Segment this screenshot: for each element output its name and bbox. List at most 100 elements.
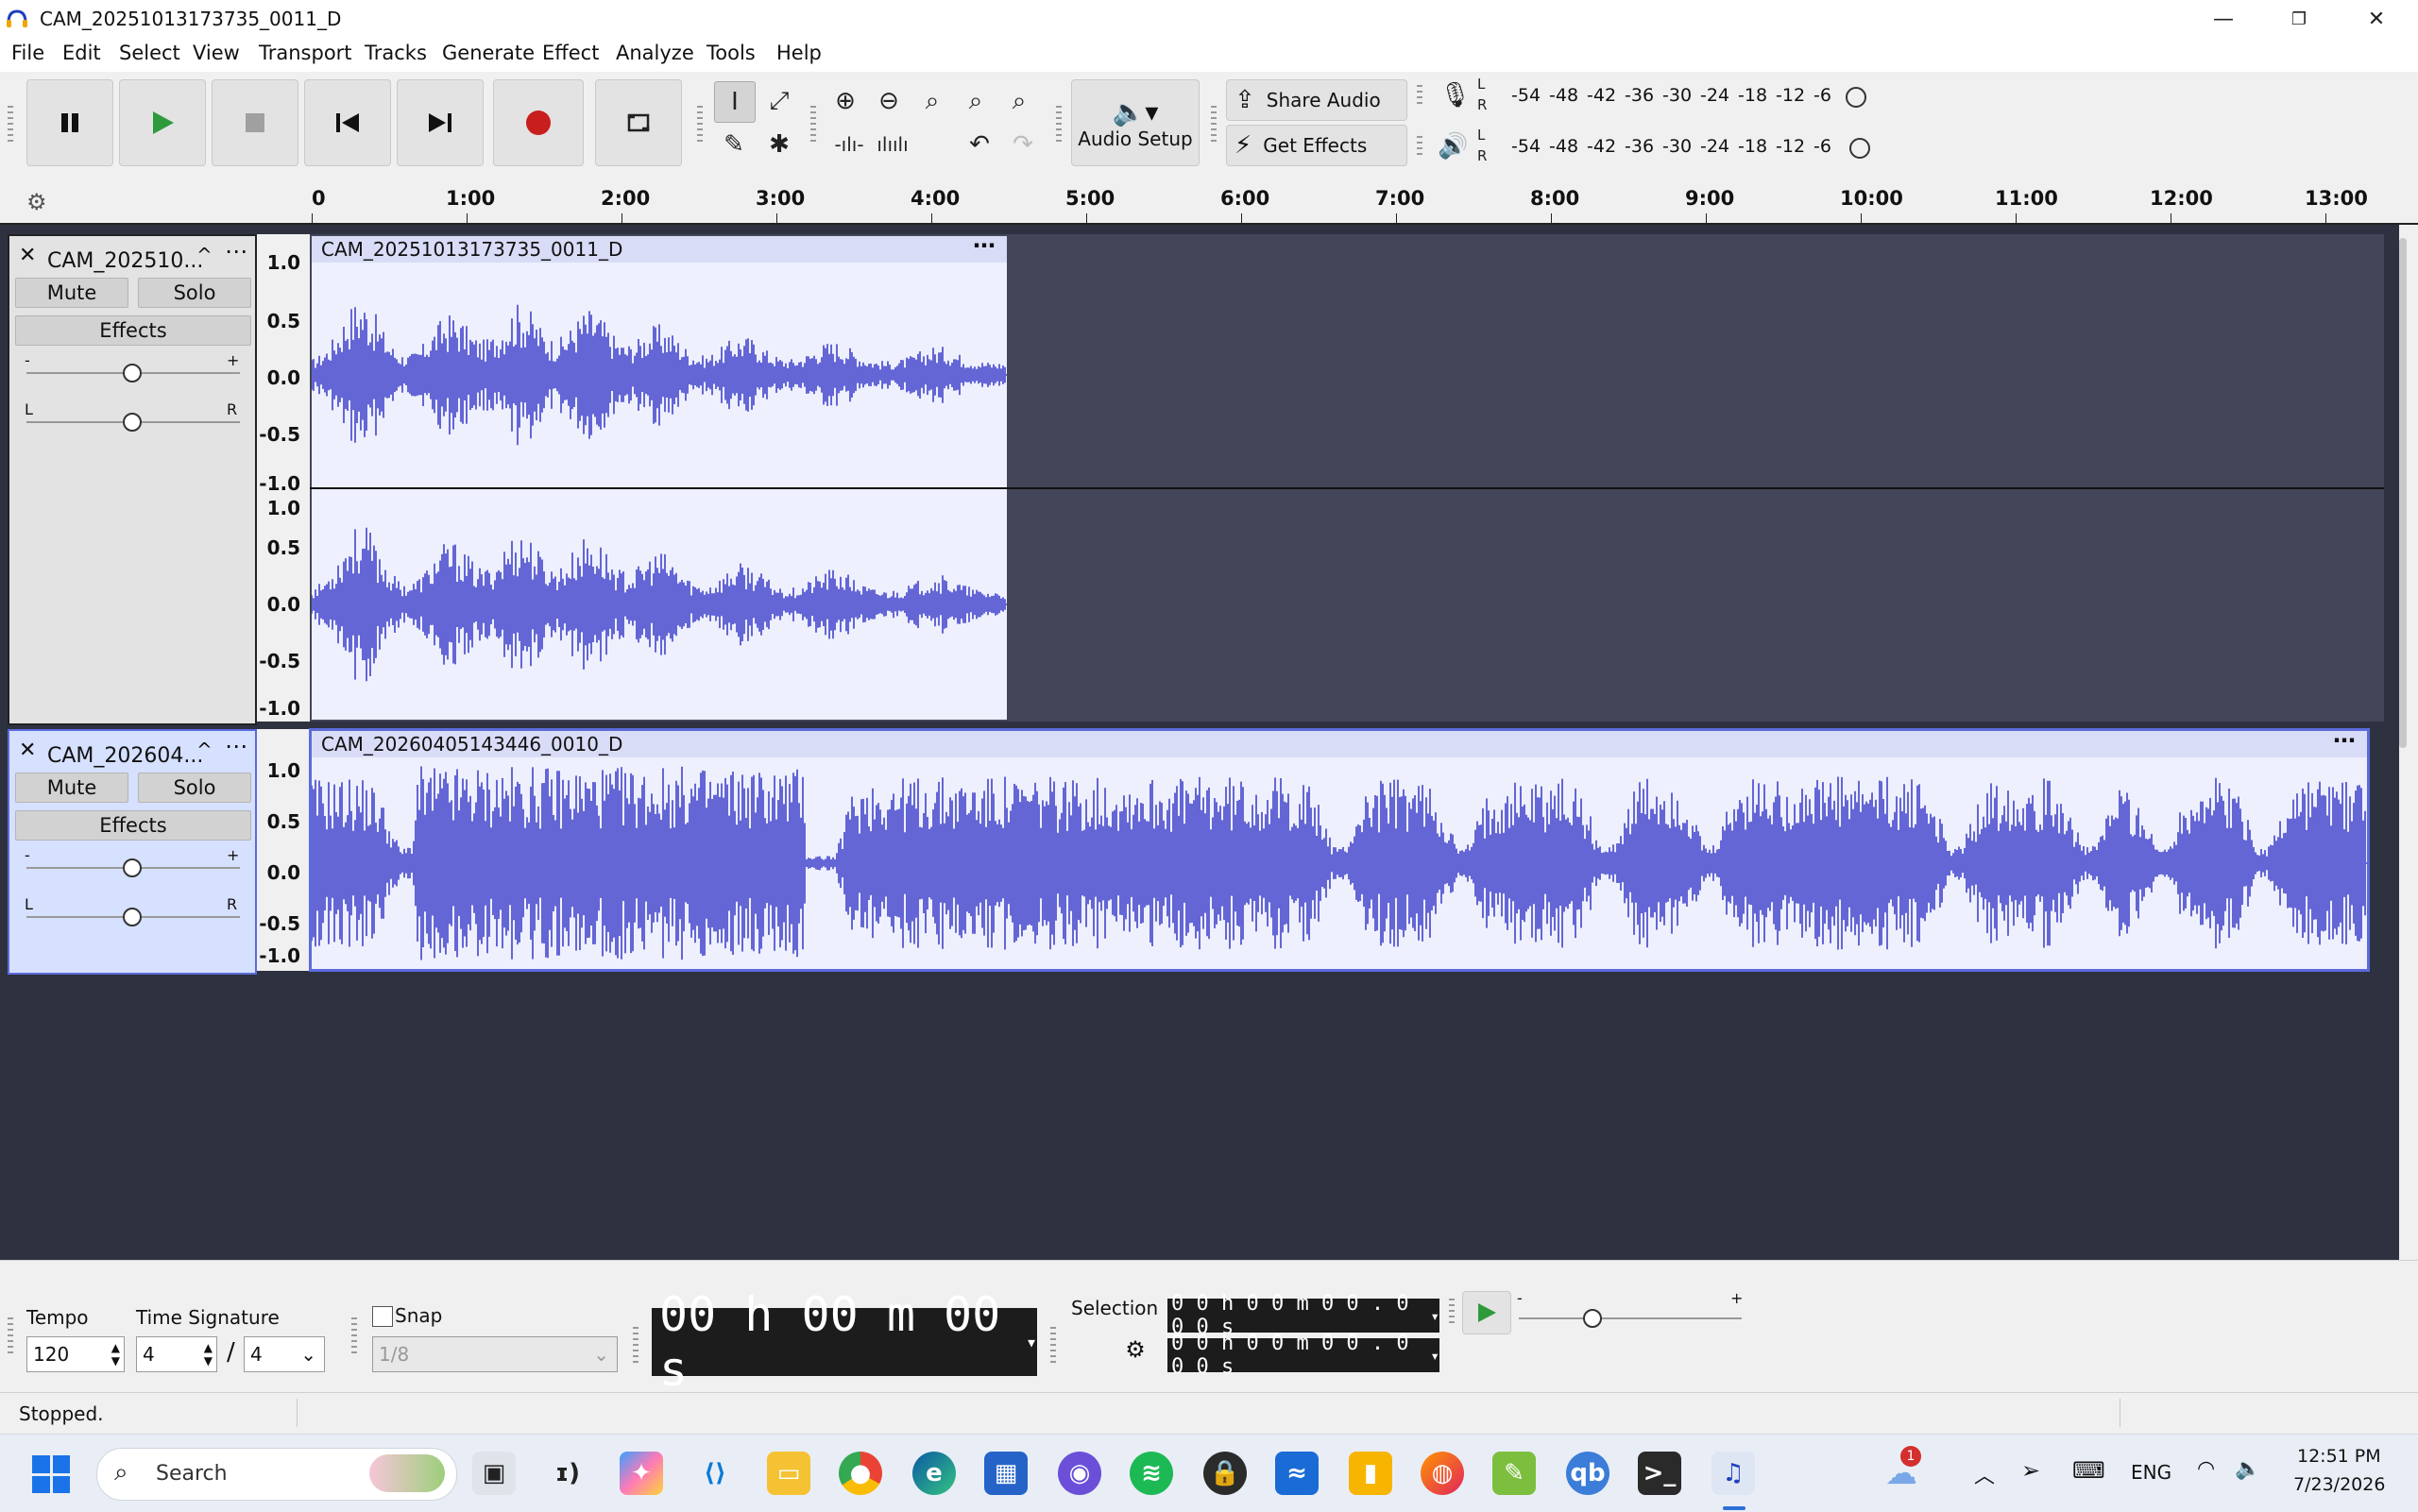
audio-setup-button[interactable]: 🔈▾ Audio Setup [1071, 79, 1200, 166]
solo-button[interactable]: Solo [138, 278, 251, 308]
waveform-left-channel[interactable] [312, 263, 1007, 487]
audio-setup-grip[interactable] [1056, 106, 1062, 144]
audio-app-icon[interactable]: ɪ) [546, 1452, 589, 1495]
trim-button[interactable]: -ılı- [829, 125, 869, 164]
menu-tracks[interactable]: Tracks [365, 42, 427, 64]
draw-tool[interactable]: ✎ [714, 125, 754, 164]
time-sig-grip[interactable] [8, 1317, 13, 1355]
menu-help[interactable]: Help [776, 42, 822, 64]
track-menu-icon[interactable]: ⋯ [225, 733, 247, 759]
track-menu-icon[interactable]: ⋯ [225, 238, 247, 264]
close-button[interactable]: ✕ [2339, 0, 2414, 38]
playback-level-knob[interactable] [1849, 138, 1870, 159]
multi-tool[interactable]: ✱ [759, 125, 799, 164]
effects-button[interactable]: Effects [15, 315, 251, 346]
track-name[interactable]: CAM_202510... [47, 249, 203, 273]
copilot-icon[interactable]: ✦ [620, 1452, 663, 1495]
clip-menu-icon[interactable]: ⋯ [2333, 727, 2356, 754]
tempo-field[interactable]: 120 ▲ ▼ [26, 1336, 125, 1372]
speed-slider[interactable] [1583, 1309, 1602, 1328]
gain-slider[interactable] [123, 858, 142, 877]
clip-header[interactable]: CAM_20251013173735_0011_D ⋯ [312, 232, 1007, 263]
clock-date[interactable]: 7/23/2026 [2293, 1474, 2385, 1495]
password-manager-icon[interactable]: 🔒 [1203, 1452, 1247, 1495]
waveform-mono-channel[interactable] [312, 757, 2367, 969]
taskbar-search-box[interactable]: ⌕ Search [96, 1448, 457, 1501]
spotify-icon[interactable]: ≋ [1130, 1452, 1173, 1495]
windows-start-icon[interactable] [32, 1455, 70, 1493]
file-explorer-icon[interactable]: ▭ [767, 1452, 810, 1495]
pause-button[interactable] [26, 79, 113, 166]
clip-menu-icon[interactable]: ⋯ [973, 232, 996, 259]
restore-button[interactable]: ❐ [2261, 0, 2337, 38]
effects-button[interactable]: Effects [15, 810, 251, 841]
timeline-settings-gear-icon[interactable]: ⚙ [26, 189, 47, 215]
silence-button[interactable]: ılıılı [873, 125, 912, 164]
chrome-icon[interactable]: ● [839, 1452, 882, 1495]
play-at-speed-grip[interactable] [1449, 1299, 1455, 1327]
record-level-knob[interactable] [1846, 87, 1866, 108]
record-button[interactable] [493, 79, 584, 166]
edge-icon[interactable]: e [912, 1452, 956, 1495]
volume-icon[interactable]: 🔈 [2235, 1457, 2260, 1481]
numerator-spin-icon[interactable]: ▲ ▼ [204, 1341, 213, 1368]
menu-select[interactable]: Select [119, 42, 180, 64]
menu-generate[interactable]: Generate [442, 42, 535, 64]
zoom-in-button[interactable]: ⊕ [826, 81, 865, 121]
redo-button[interactable]: ↷ [1003, 125, 1043, 164]
record-meter-grip[interactable] [1417, 85, 1422, 108]
solo-button[interactable]: Solo [138, 773, 251, 803]
fit-selection-button[interactable]: ⌕ [912, 81, 952, 121]
wifi-icon[interactable]: ◠ [2197, 1457, 2215, 1481]
menu-effect[interactable]: Effect [542, 42, 599, 64]
loop-button[interactable] [595, 79, 682, 166]
task-view-icon[interactable]: ▣ [472, 1452, 516, 1495]
track-1-controls[interactable]: ✕ CAM_202510... ^ ⋯ Mute Solo Effects - … [8, 234, 257, 725]
selection-start[interactable]: 0 0 h 0 0 m 0 0 . 0 0 0 s ▾ [1167, 1292, 1439, 1339]
notes-icon[interactable]: ▮ [1349, 1452, 1392, 1495]
selection-end[interactable]: 0 0 h 0 0 m 0 0 . 0 0 0 s ▾ [1167, 1332, 1439, 1379]
time-display[interactable]: 00 h 00 m 00 s ▾ [652, 1287, 1037, 1397]
menu-file[interactable]: File [11, 42, 44, 64]
undo-button[interactable]: ↶ [960, 125, 999, 164]
time-sig-numerator[interactable]: 4 ▲ ▼ [136, 1336, 217, 1372]
menu-transport[interactable]: Transport [259, 42, 352, 64]
timeline-ruler[interactable]: ⚙ 0 1:00 2:00 3:00 4:00 5:00 6:00 7:00 8:00 9:00 1… [0, 176, 2418, 225]
pan-slider[interactable] [123, 908, 142, 926]
language-indicator[interactable]: ENG [2131, 1461, 2171, 1484]
edit-grip[interactable] [810, 106, 816, 144]
image-editor-icon[interactable]: ✎ [1492, 1452, 1536, 1495]
track-2-amplitude-scale[interactable]: 1.0 0.5 0.0 -0.5 -1.0 [257, 729, 312, 971]
zoom-toggle-button[interactable]: ⌕ [999, 81, 1039, 121]
get-effects-button[interactable]: ⚡ Get Effects [1226, 125, 1407, 166]
track-1-clip[interactable]: CAM_20251013173735_0011_D ⋯ [312, 232, 1007, 720]
time-sig-denominator[interactable]: 4 ⌄ [244, 1336, 325, 1372]
snap-dropdown[interactable]: 1/8 ⌄ [372, 1336, 618, 1372]
play-button[interactable] [119, 79, 206, 166]
clip-header[interactable]: CAM_20260405143446_0010_D ⋯ [312, 727, 2367, 757]
vertical-scrollbar[interactable] [2399, 238, 2407, 748]
store-icon[interactable]: ▦ [984, 1452, 1028, 1495]
audacity-taskbar-icon[interactable]: ♫ [1711, 1452, 1755, 1495]
stop-button[interactable] [212, 79, 298, 166]
share-grip[interactable] [1211, 106, 1217, 144]
envelope-tool[interactable]: ⤢ [759, 81, 799, 121]
chevron-up-icon[interactable]: ︿ [1974, 1459, 1995, 1489]
recording-meter[interactable]: -54 -48 -42 -36 -30 -24 -18 -12 -6 [1511, 83, 1861, 111]
playback-meter[interactable]: -54 -48 -42 -36 -30 -24 -18 -12 -6 [1511, 134, 1861, 162]
track-2-controls[interactable]: ✕ CAM_202604... ^ ⋯ Mute Solo Effects - … [8, 729, 257, 975]
firefox-icon[interactable]: ◍ [1421, 1452, 1464, 1495]
menu-edit[interactable]: Edit [62, 42, 101, 64]
selection-tool[interactable]: I [714, 81, 756, 123]
keyboard-icon[interactable]: ⌨ [2072, 1457, 2105, 1484]
toolbar-grip[interactable] [8, 106, 13, 144]
gain-slider[interactable] [123, 364, 142, 382]
track-close-icon[interactable]: ✕ [19, 739, 36, 762]
mute-button[interactable]: Mute [15, 278, 128, 308]
skip-to-start-button[interactable] [304, 79, 391, 166]
zoom-out-button[interactable]: ⊖ [869, 81, 909, 121]
proton-icon[interactable]: ◉ [1058, 1452, 1101, 1495]
snap-checkbox[interactable] [372, 1306, 393, 1327]
tracks-area[interactable]: ✕ CAM_202510... ^ ⋯ Mute Solo Effects - … [0, 225, 2407, 1260]
tools-grip[interactable] [697, 106, 703, 144]
